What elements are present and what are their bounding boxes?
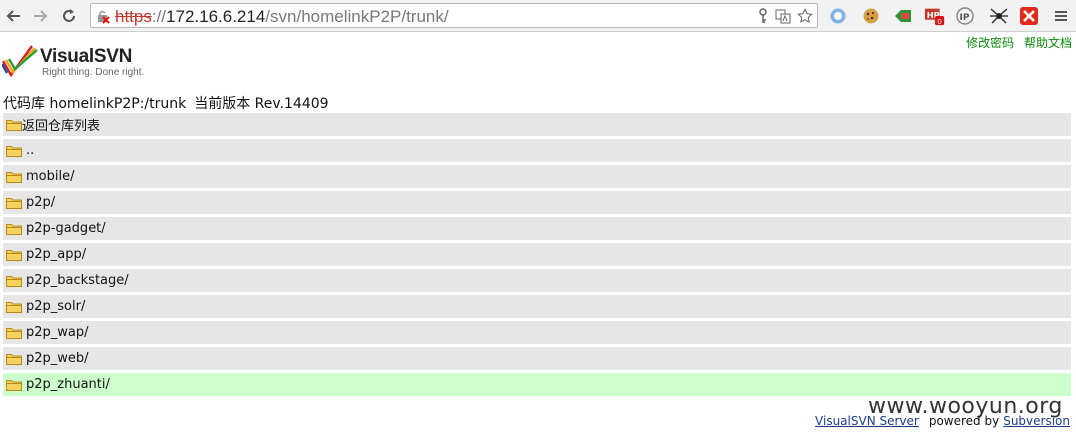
bookmark-star-icon[interactable]: [797, 8, 813, 24]
visualsvn-server-link[interactable]: VisualSVN Server: [815, 414, 919, 428]
cookie-icon[interactable]: [860, 5, 882, 27]
change-password-link[interactable]: 修改密码: [966, 36, 1014, 50]
list-item-highlighted[interactable]: p2p_zhuanti/: [3, 373, 1071, 396]
list-item-label[interactable]: p2p_solr/: [26, 299, 85, 314]
list-item[interactable]: p2p_backstage/: [3, 269, 1071, 292]
list-item[interactable]: p2p/: [3, 191, 1071, 214]
folder-icon: [6, 224, 22, 235]
key-icon[interactable]: [755, 8, 771, 24]
list-item[interactable]: p2p-gadget/: [3, 217, 1071, 240]
list-item-label[interactable]: p2p_web/: [26, 351, 89, 366]
folder-icon: [6, 380, 22, 391]
list-item[interactable]: p2p_web/: [3, 347, 1071, 370]
directory-listing: 返回仓库列表 .. mobile/ p2p/ p2p-gadget/ p2p_a…: [3, 113, 1071, 399]
folder-icon: [6, 328, 22, 339]
repo-path: 代码库 homelinkP2P:/trunk: [3, 96, 187, 112]
list-item-label[interactable]: 返回仓库列表: [22, 115, 100, 134]
list-item-label[interactable]: ..: [26, 143, 34, 158]
visualsvn-logo: VisualSVN Right thing. Done right.: [2, 44, 152, 80]
list-item-label[interactable]: p2p_wap/: [26, 325, 89, 340]
list-item-label[interactable]: p2p_backstage/: [26, 273, 129, 288]
top-links: 修改密码 帮助文档: [960, 34, 1072, 51]
svg-text:IP: IP: [960, 13, 970, 23]
list-item-label[interactable]: p2p_app/: [26, 247, 86, 262]
forward-icon[interactable]: [29, 5, 51, 27]
ip-icon[interactable]: IP: [955, 5, 977, 27]
svg-text:0: 0: [937, 17, 942, 26]
extension-circle-icon[interactable]: [827, 5, 849, 27]
spider-icon[interactable]: [988, 5, 1010, 27]
list-item-label[interactable]: p2p/: [26, 195, 55, 210]
list-item-label[interactable]: mobile/: [26, 169, 74, 184]
url-text[interactable]: https://172.16.6.214/svn/homelinkP2P/tru…: [115, 7, 449, 27]
powered-by-text: powered by: [928, 414, 1000, 428]
folder-icon: [6, 250, 22, 261]
address-bar[interactable]: https://172.16.6.214/svn/homelinkP2P/tru…: [90, 3, 818, 28]
menu-icon[interactable]: [1050, 5, 1072, 27]
list-item[interactable]: ..: [3, 139, 1071, 162]
list-item-label[interactable]: p2p_zhuanti/: [26, 377, 110, 392]
list-item[interactable]: p2p_wap/: [3, 321, 1071, 344]
ip-badge-icon[interactable]: HP 0: [924, 5, 946, 27]
folder-icon: [6, 172, 22, 183]
folder-icon: [6, 146, 22, 157]
list-item[interactable]: p2p_app/: [3, 243, 1071, 266]
extension-tag-icon[interactable]: [892, 5, 914, 27]
close-ext-icon[interactable]: [1018, 5, 1040, 27]
folder-icon: [6, 302, 22, 313]
translate-icon[interactable]: [775, 8, 791, 24]
list-item[interactable]: p2p_solr/: [3, 295, 1071, 318]
folder-icon: [6, 276, 22, 287]
folder-icon: [6, 198, 22, 209]
insecure-lock-icon[interactable]: [95, 8, 111, 24]
list-item[interactable]: mobile/: [3, 165, 1071, 188]
folder-icon: [6, 120, 22, 131]
visualsvn-logo-mark: [2, 45, 38, 78]
browser-toolbar: https://172.16.6.214/svn/homelinkP2P/tru…: [0, 0, 1076, 32]
reload-icon[interactable]: [58, 5, 80, 27]
logo-tagline: Right thing. Done right.: [42, 67, 145, 78]
list-item[interactable]: 返回仓库列表: [3, 113, 1071, 136]
subversion-link[interactable]: Subversion: [1003, 414, 1070, 428]
logo-name: VisualSVN: [40, 46, 132, 67]
list-item-label[interactable]: p2p-gadget/: [26, 221, 106, 236]
folder-icon: [6, 354, 22, 365]
footer: VisualSVN Server powered by Subversion: [815, 414, 1070, 428]
page-title: 代码库 homelinkP2P:/trunk 当前版本 Rev.14409: [3, 93, 329, 113]
back-icon[interactable]: [3, 5, 25, 27]
revision-label: 当前版本 Rev.14409: [194, 96, 329, 112]
help-link[interactable]: 帮助文档: [1024, 36, 1072, 50]
